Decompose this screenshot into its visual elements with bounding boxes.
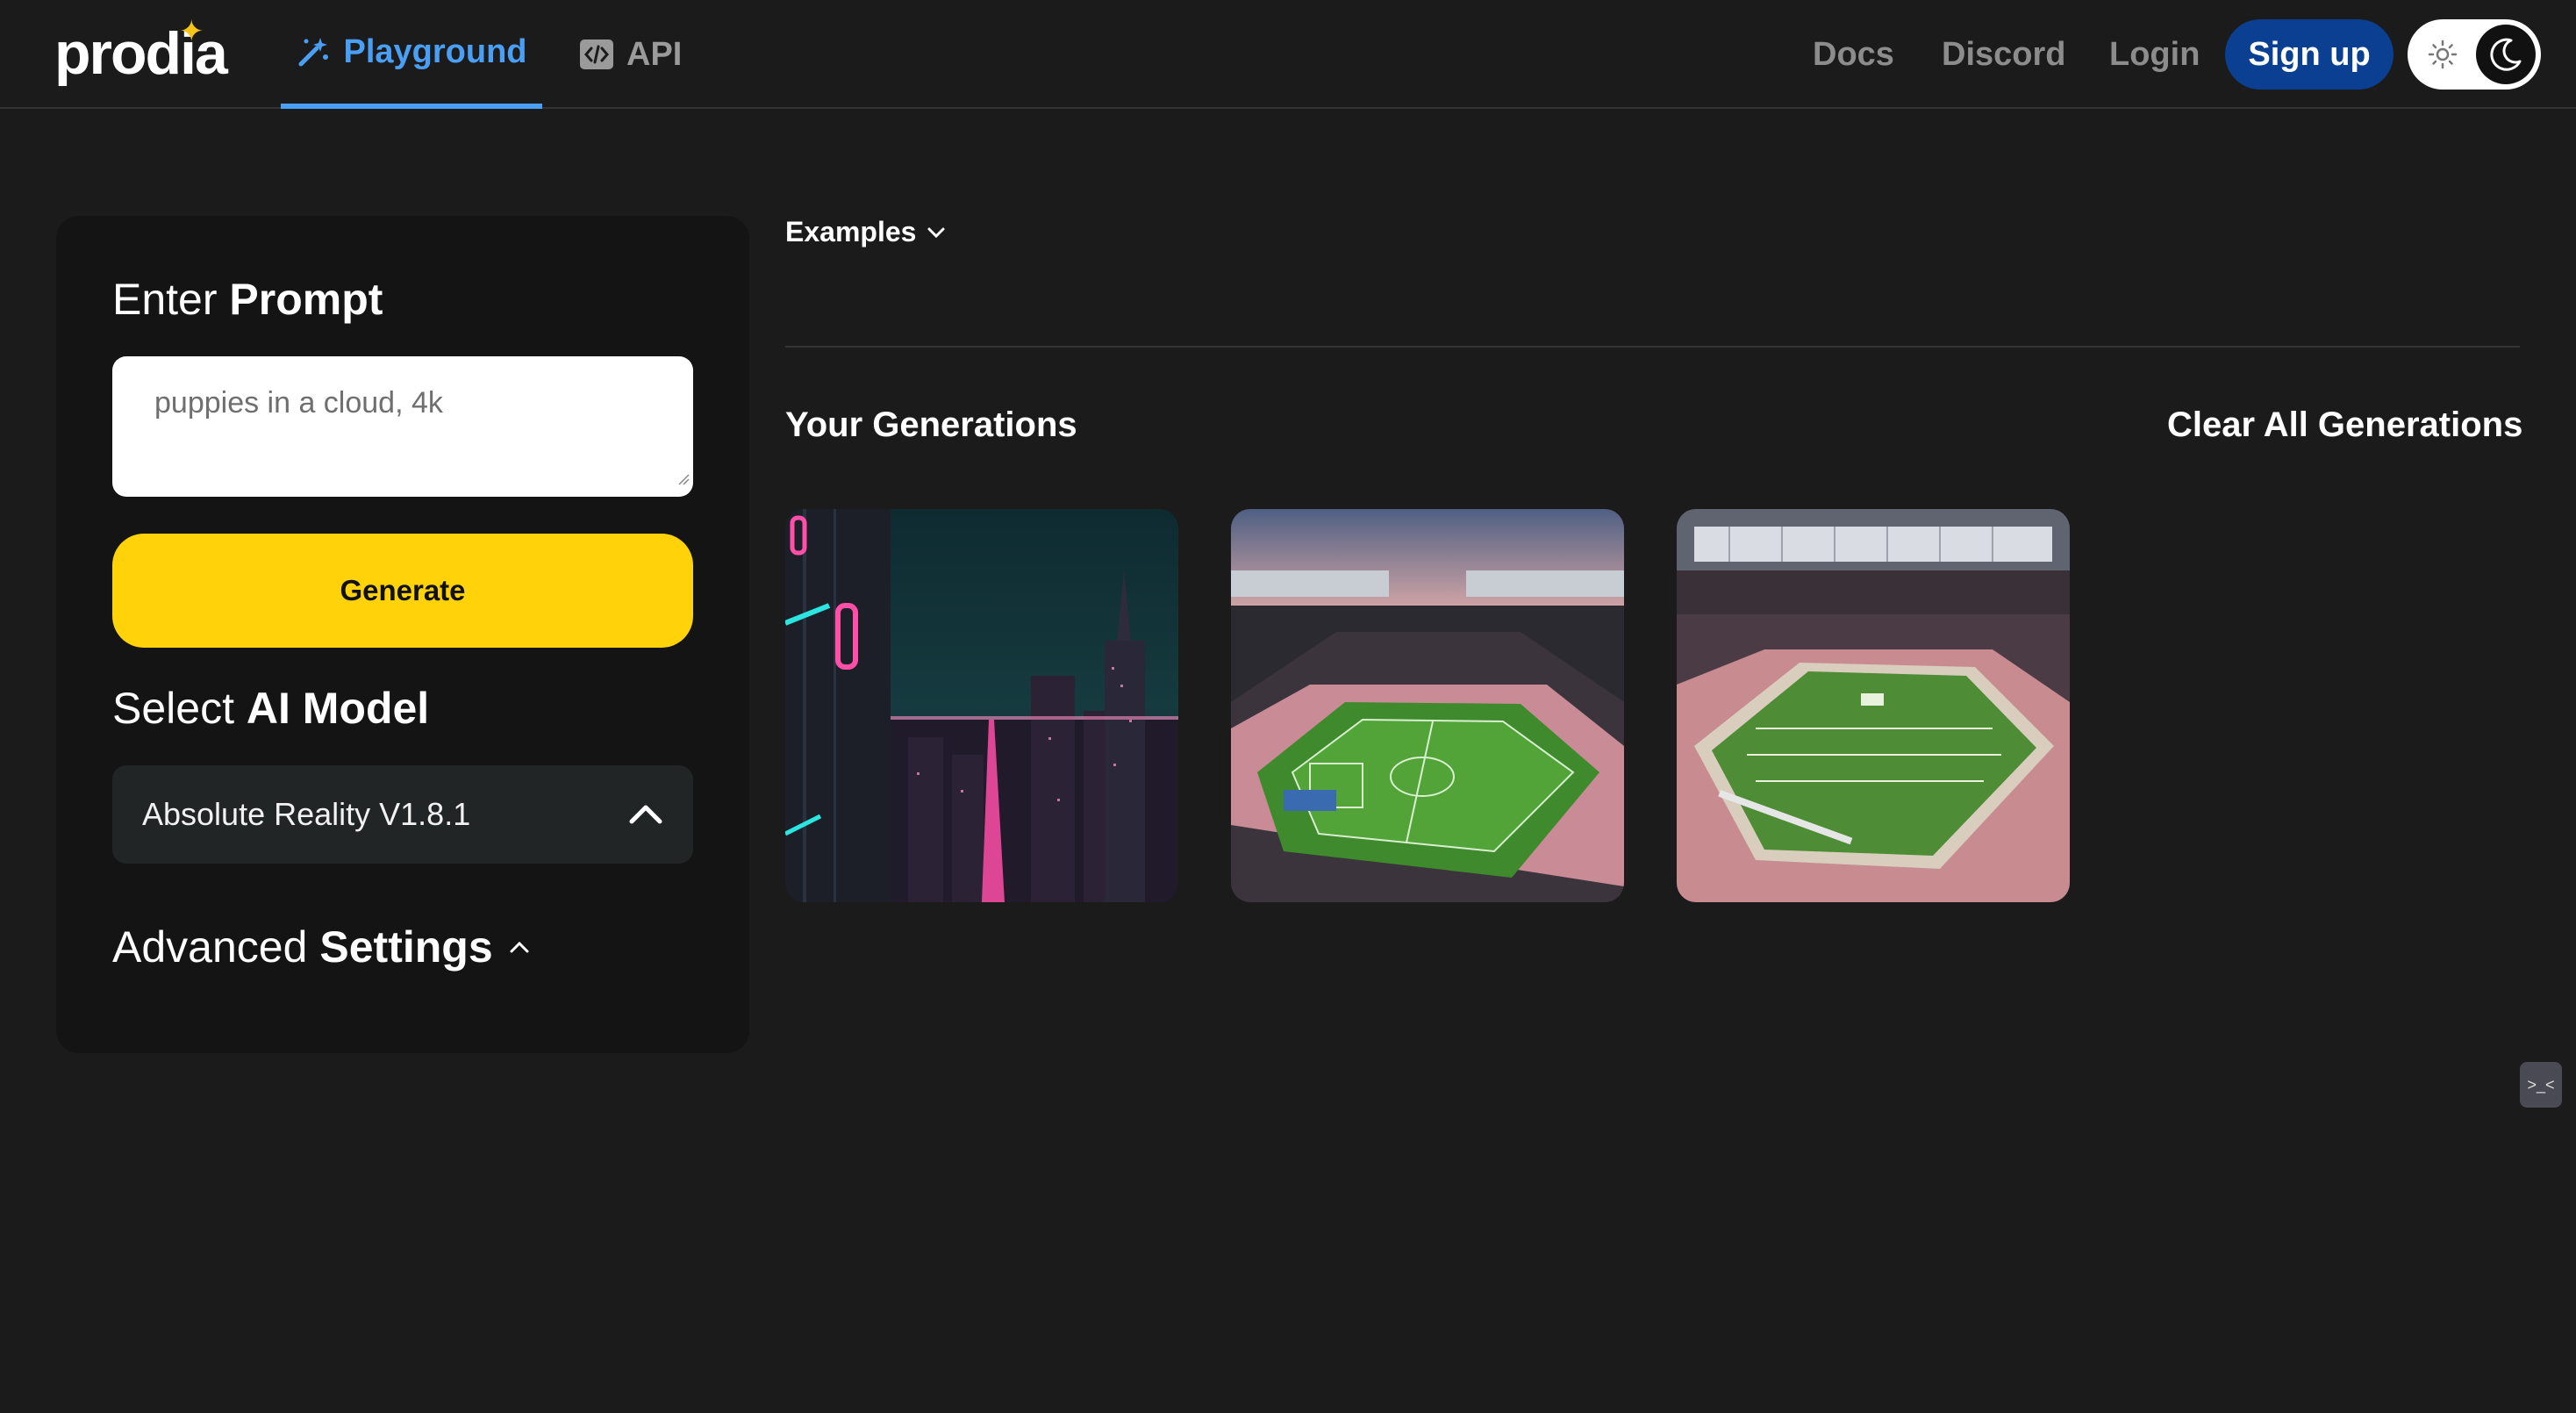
generations-title: Your Generations [785, 405, 1077, 444]
theme-toggle[interactable] [2408, 19, 2541, 90]
section-divider [785, 346, 2520, 348]
advanced-heading-bold: Settings [319, 922, 493, 972]
magic-wand-icon [296, 34, 331, 69]
resize-grip-icon[interactable] [676, 459, 690, 493]
chevron-up-icon [628, 796, 663, 833]
examples-dropdown[interactable]: Examples [785, 216, 946, 248]
sparkle-icon: ✦ [179, 15, 204, 48]
model-heading-prefix: Select [112, 684, 234, 733]
discord-label: Discord [1942, 35, 2066, 73]
prompt-heading-prefix: Enter [112, 275, 218, 324]
generation-thumbnail[interactable] [785, 509, 1178, 902]
tab-api-label: API [626, 35, 683, 73]
top-header: prodia ✦ Playground API Docs Discord Log… [0, 0, 2576, 109]
advanced-heading-prefix: Advanced [112, 922, 308, 972]
prodia-logo[interactable]: prodia ✦ [54, 15, 228, 88]
docs-label: Docs [1813, 35, 1894, 73]
generation-thumbnail[interactable] [1677, 509, 2070, 902]
login-link[interactable]: Login [2109, 23, 2200, 86]
chevron-down-icon [927, 226, 946, 239]
tab-api[interactable]: API [579, 0, 682, 109]
tab-playground-label: Playground [343, 32, 527, 70]
examples-label: Examples [785, 216, 917, 247]
prompt-heading-bold: Prompt [229, 275, 383, 324]
prompt-input[interactable]: puppies in a cloud, 4k [112, 356, 693, 497]
advanced-settings-toggle[interactable]: Advanced Settings [112, 922, 530, 972]
prompt-heading: Enter Prompt [112, 274, 383, 325]
prompt-placeholder: puppies in a cloud, 4k [154, 386, 443, 420]
selected-model-value: Absolute Reality V1.8.1 [142, 796, 471, 832]
signup-label: Sign up [2248, 35, 2371, 73]
docs-link[interactable]: Docs [1813, 23, 1894, 86]
code-icon [579, 39, 614, 70]
generate-label: Generate [340, 574, 466, 606]
model-heading: Select AI Model [112, 683, 429, 734]
discord-link[interactable]: Discord [1942, 23, 2065, 86]
clear-all-button[interactable]: Clear All Generations [2167, 405, 2522, 445]
chevron-up-small-icon [509, 940, 530, 954]
model-heading-bold: AI Model [246, 684, 430, 733]
model-select[interactable]: Absolute Reality V1.8.1 [112, 765, 693, 864]
chat-widget-icon[interactable]: >_< [2520, 1062, 2562, 1108]
generate-button[interactable]: Generate [112, 534, 693, 648]
tab-playground[interactable]: Playground [281, 0, 542, 109]
login-label: Login [2109, 35, 2200, 73]
generation-thumbnail[interactable] [1231, 509, 1624, 902]
moon-icon [2476, 25, 2536, 84]
prompt-panel: Enter Prompt puppies in a cloud, 4k Gene… [56, 216, 749, 1053]
sun-icon [2427, 39, 2458, 75]
signup-button[interactable]: Sign up [2225, 19, 2394, 90]
